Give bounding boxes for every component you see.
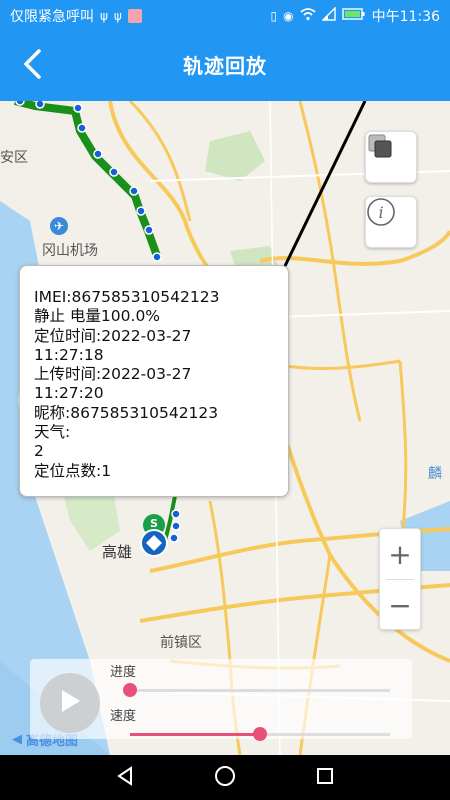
wifi-icon: [300, 7, 316, 25]
points-count-text: 定位点数:1: [34, 461, 112, 480]
upload-time-text: 上传时间:2022-03-27: [34, 365, 192, 384]
playback-panel: 进度 速度: [30, 659, 412, 741]
speed-thumb[interactable]: [253, 727, 267, 741]
locate-time-text: 定位时间:2022-03-27: [34, 326, 192, 345]
zoom-control: + −: [379, 528, 421, 630]
device-info-window: IMEI:867585310542123 静止 电量100.0% 定位时间:20…: [19, 265, 289, 497]
status-left-text: 仅限紧急呼叫: [10, 9, 94, 25]
weather-value: 2: [34, 442, 44, 461]
airport-icon: ✈: [50, 217, 68, 235]
map-label-city: 高雄: [102, 543, 133, 561]
layers-button[interactable]: [365, 131, 417, 183]
nav-back-icon: [115, 766, 135, 790]
nickname-text: 昵称:867585310542123: [34, 403, 219, 422]
map-label-airport: 冈山机场: [42, 243, 98, 259]
speed-track-filled[interactable]: [130, 733, 260, 736]
battery-icon: [341, 7, 366, 25]
page-title: 轨迹回放: [183, 54, 267, 78]
nav-home-icon: [214, 765, 236, 791]
amap-logo-icon: ◀: [12, 732, 22, 747]
status-text: 静止 电量100.0%: [34, 307, 161, 326]
progress-label: 进度: [110, 665, 137, 680]
eye-icon: ◉: [283, 9, 294, 23]
map-label-right: 麟: [428, 466, 442, 482]
system-nav-bar: [0, 755, 450, 800]
weather-label: 天气:: [34, 423, 71, 442]
zoom-in-button[interactable]: +: [380, 529, 420, 579]
info-button[interactable]: i: [365, 196, 417, 248]
signal-icon: [320, 6, 336, 25]
usb-icon: ψ: [100, 9, 108, 23]
nav-recents-icon: [315, 766, 335, 790]
imei-text: IMEI:867585310542123: [34, 288, 220, 306]
progress-track[interactable]: [130, 689, 390, 692]
app-header: 轨迹回放: [0, 30, 450, 101]
speed-track[interactable]: [260, 733, 390, 736]
speed-label: 速度: [110, 709, 137, 724]
nav-back-button[interactable]: [113, 766, 137, 790]
status-bar: 仅限紧急呼叫 ψ ψ ▯ ◉ 中午11:36: [0, 0, 450, 30]
usb-icon: ψ: [113, 9, 122, 23]
play-button[interactable]: [40, 673, 100, 733]
clock: 中午11:36: [371, 9, 440, 25]
locate-time-clock: 11:27:18: [34, 345, 104, 364]
nav-recents-button[interactable]: [313, 766, 337, 790]
start-marker-label: S: [150, 517, 158, 530]
zoom-out-button[interactable]: −: [380, 580, 420, 630]
nav-home-button[interactable]: [213, 766, 237, 790]
play-icon: [58, 688, 82, 718]
app-icon: [127, 9, 142, 23]
map-label-district: 安区: [0, 150, 28, 166]
progress-thumb[interactable]: [123, 683, 137, 697]
svg-text:i: i: [378, 203, 383, 222]
vibrate-icon: ▯: [270, 9, 278, 23]
map-label-district-bottom: 前镇区: [160, 635, 202, 651]
upload-time-clock: 11:27:20: [34, 384, 104, 403]
